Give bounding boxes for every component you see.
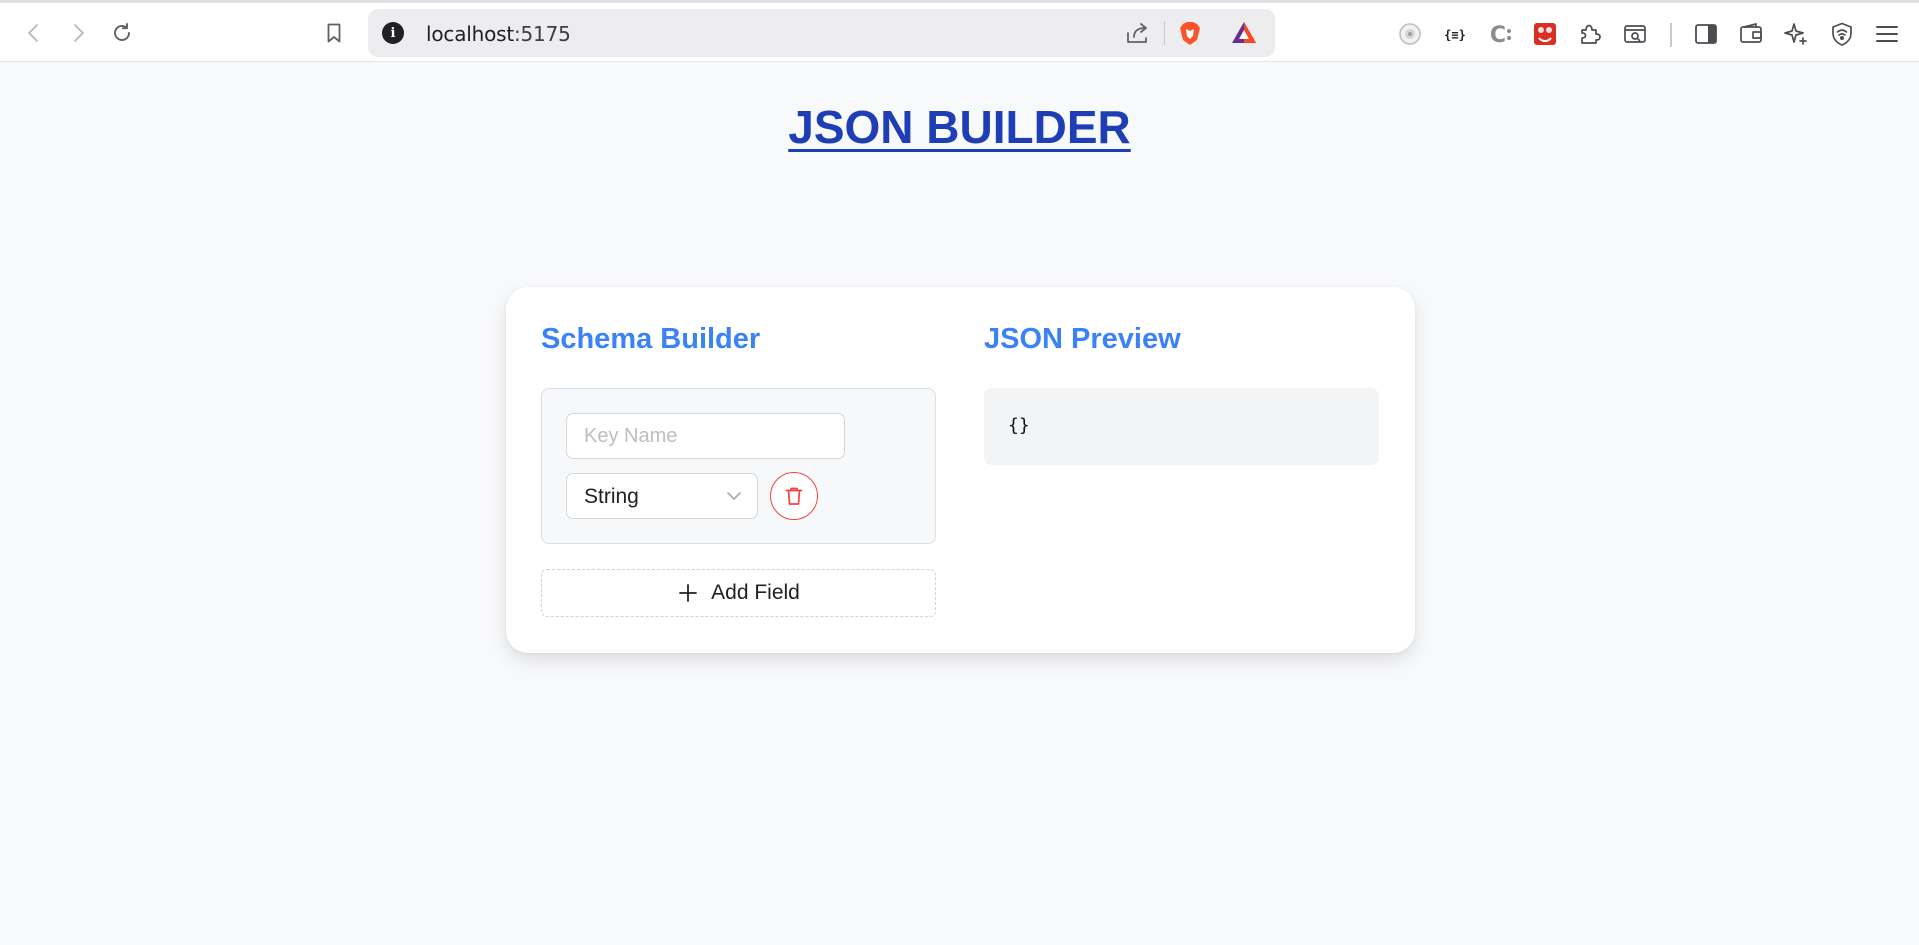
key-name-input[interactable]: [566, 413, 845, 459]
address-bar[interactable]: i localhost:5175: [368, 9, 1275, 57]
sidebar-icon[interactable]: [1692, 20, 1720, 48]
extensions-puzzle-icon[interactable]: [1576, 20, 1604, 48]
menu-icon[interactable]: [1873, 20, 1901, 48]
page-title: JSON BUILDER: [788, 101, 1131, 153]
plus-icon: [677, 582, 699, 604]
brave-rewards-icon[interactable]: [1230, 19, 1258, 47]
extension-red-icon[interactable]: [1531, 20, 1559, 48]
field-type-value: String: [584, 485, 639, 508]
back-icon[interactable]: [16, 17, 52, 49]
vpn-icon[interactable]: [1828, 20, 1856, 48]
json-preview-heading: JSON Preview: [984, 323, 1181, 355]
extension-face-icon[interactable]: [1396, 20, 1424, 48]
leo-ai-icon[interactable]: [1782, 20, 1810, 48]
add-field-button[interactable]: Add Field: [541, 569, 936, 617]
forward-icon[interactable]: [60, 17, 96, 49]
wallet-icon[interactable]: [1737, 20, 1765, 48]
brave-shields-icon[interactable]: [1176, 19, 1204, 47]
builder-card: Schema Builder String Add Field JSON Pre…: [506, 287, 1415, 653]
json-preview-panel: {}: [984, 388, 1379, 465]
svg-text:{≡}: {≡}: [1444, 28, 1466, 42]
capture-icon[interactable]: [1621, 20, 1649, 48]
toolbar-divider: [1670, 23, 1672, 47]
reload-icon[interactable]: [104, 17, 140, 49]
browser-toolbar: i localhost:5175 {≡} C: [0, 0, 1919, 62]
url-host: localhost: [426, 22, 514, 46]
schema-builder-heading: Schema Builder: [541, 323, 761, 355]
url-text[interactable]: localhost:5175: [426, 22, 571, 46]
trash-icon: [783, 485, 805, 507]
svg-text:C: C: [1490, 23, 1506, 47]
field-type-select[interactable]: String: [566, 473, 758, 519]
extension-c-icon[interactable]: C: [1486, 20, 1514, 48]
share-icon[interactable]: [1124, 19, 1152, 47]
add-field-label: Add Field: [711, 581, 800, 604]
bookmark-icon[interactable]: [316, 17, 352, 49]
delete-field-button[interactable]: [770, 472, 818, 520]
chevron-down-icon: [725, 487, 743, 505]
json-formatter-icon[interactable]: {≡}: [1441, 20, 1469, 48]
address-bar-divider: [1164, 21, 1165, 45]
site-info-icon[interactable]: i: [382, 22, 404, 44]
url-port: :5175: [513, 22, 571, 46]
json-preview-content: {}: [1008, 415, 1030, 436]
schema-field-row: String: [541, 388, 936, 544]
